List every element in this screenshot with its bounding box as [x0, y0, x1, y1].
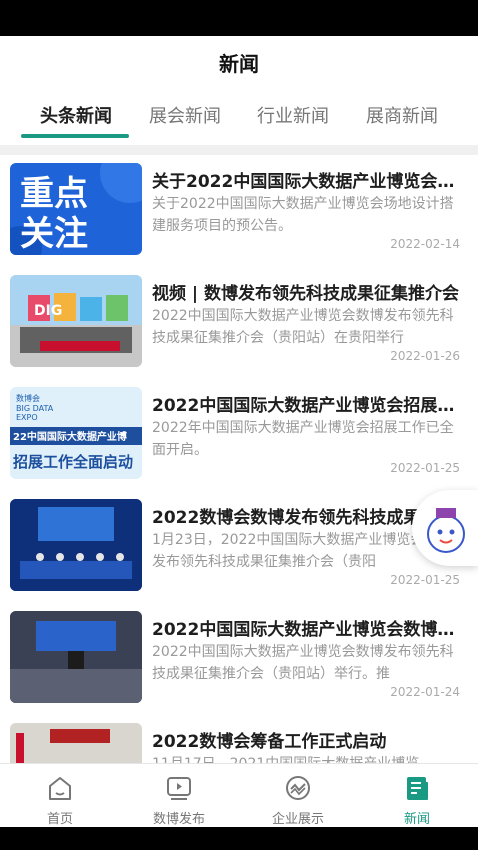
thumb-text: EXPO	[16, 413, 38, 422]
news-thumbnail: DIG	[10, 275, 142, 367]
active-tab-indicator	[21, 134, 129, 138]
news-summary: 关于2022中国国际大数据产业博览会场地设计搭建服务项目的预公告。	[152, 196, 454, 234]
news-summary: 2022中国国际大数据产业博览会数博发布领先科技成果征集推介会（贵阳站）在贵阳举…	[152, 308, 454, 346]
news-summary: 11月17日，2021中国国际大数据产业博览	[152, 753, 460, 763]
thumb-text: 22中国国际大数据产业博	[13, 430, 127, 443]
news-icon	[407, 777, 428, 800]
nav-item-companies[interactable]: 企业展示	[248, 770, 348, 827]
news-date: 2022-02-14	[390, 237, 460, 251]
news-date: 2022-01-25	[390, 573, 460, 587]
nav-label: 首页	[46, 812, 73, 827]
thumb-text-1: 重点	[20, 174, 88, 214]
news-title: 关于2022中国国际大数据产业博览会场地设计搭建服务项目的预公告。	[152, 172, 460, 192]
news-item[interactable]: DIG 视频 | 数博发布领先科技成果征集推介会 2022中国国际大数据产业博览…	[0, 267, 478, 380]
news-item[interactable]: 2022数博会数博发布领先科技成果征集推介会 1月23日，2022中国国际大数据…	[0, 491, 478, 604]
tab-exhibitor-news[interactable]: 展商新闻	[347, 102, 457, 128]
news-title: 2022中国国际大数据产业博览会招展工作已全面开启	[152, 396, 460, 416]
news-thumbnail	[10, 723, 142, 763]
news-date: 2022-01-25	[390, 461, 460, 475]
nav-label: 新闻	[403, 812, 430, 827]
bottom-navigation: 首页 数博发布 企业展示 新闻	[0, 763, 478, 828]
tab-headline-news[interactable]: 头条新闻	[21, 102, 131, 128]
app-header: 新闻	[0, 36, 478, 86]
nav-label: 企业展示	[271, 812, 324, 827]
meeting-photo-image	[10, 723, 142, 763]
home-icon	[49, 777, 71, 800]
expo-poster-image: 数博会 BIG DATA EXPO 22中国国际大数据产业博 招展工作全面启动	[10, 393, 142, 471]
news-date: 2022-01-24	[390, 685, 460, 699]
news-summary: 2022年中国国际大数据产业博览会招展工作已全面开启。	[152, 420, 454, 458]
mascot-icon	[427, 508, 465, 553]
news-item[interactable]: 数博会 BIG DATA EXPO 22中国国际大数据产业博 招展工作全面启动 …	[0, 379, 478, 492]
tab-expo-news[interactable]: 展会新闻	[130, 102, 240, 128]
nav-item-news[interactable]: 新闻	[367, 770, 467, 827]
group-photo-image: DIG	[10, 275, 142, 367]
news-title: 2022中国国际大数据产业博览会数博发布	[152, 620, 460, 640]
news-item[interactable]: 2022中国国际大数据产业博览会数博发布 2022中国国际大数据产业博览会数博发…	[0, 603, 478, 716]
nav-label: 数博发布	[152, 812, 205, 827]
section-divider	[0, 145, 478, 155]
news-thumbnail	[10, 611, 142, 703]
stage-photo-image	[10, 499, 142, 591]
thumb-text: 数博会	[16, 393, 40, 403]
tab-industry-news[interactable]: 行业新闻	[238, 102, 348, 128]
conference-photo-image	[10, 611, 142, 703]
focus-banner-image: 重点 关注	[10, 163, 142, 255]
page-title: 新闻	[219, 52, 259, 76]
mascot-float-button[interactable]	[412, 490, 478, 566]
news-title: 视频 | 数博发布领先科技成果征集推介会	[152, 284, 460, 304]
news-thumbnail: 重点 关注	[10, 163, 142, 255]
news-title: 2022数博会筹备工作正式启动	[152, 732, 387, 752]
status-bar	[0, 0, 478, 36]
thumb-text: 招展工作全面启动	[13, 453, 133, 471]
activity-icon	[286, 776, 310, 800]
system-nav-bar	[0, 827, 478, 850]
news-list: 重点 关注 关于2022中国国际大数据产业博览会场地设计搭建服务项目的预公告。 …	[0, 155, 478, 763]
news-thumbnail	[10, 499, 142, 591]
nav-item-releases[interactable]: 数博发布	[129, 770, 229, 827]
thumb-text: DIG	[34, 303, 62, 319]
news-summary: 2022中国国际大数据产业博览会数博发布领先科技成果征集推介会（贵阳站）举行。推	[152, 644, 454, 682]
news-tabs: 头条新闻 展会新闻 行业新闻 展商新闻	[0, 90, 478, 142]
news-item[interactable]: 2022数博会筹备工作正式启动 11月17日，2021中国国际大数据产业博览	[0, 715, 478, 763]
thumb-text-2: 关注	[20, 214, 88, 254]
play-icon	[167, 777, 191, 800]
news-date: 2022-01-26	[390, 349, 460, 363]
news-item[interactable]: 重点 关注 关于2022中国国际大数据产业博览会场地设计搭建服务项目的预公告。 …	[0, 155, 478, 268]
nav-item-home[interactable]: 首页	[10, 770, 110, 827]
news-thumbnail: 数博会 BIG DATA EXPO 22中国国际大数据产业博 招展工作全面启动	[10, 387, 142, 479]
thumb-text: BIG DATA	[16, 404, 54, 413]
